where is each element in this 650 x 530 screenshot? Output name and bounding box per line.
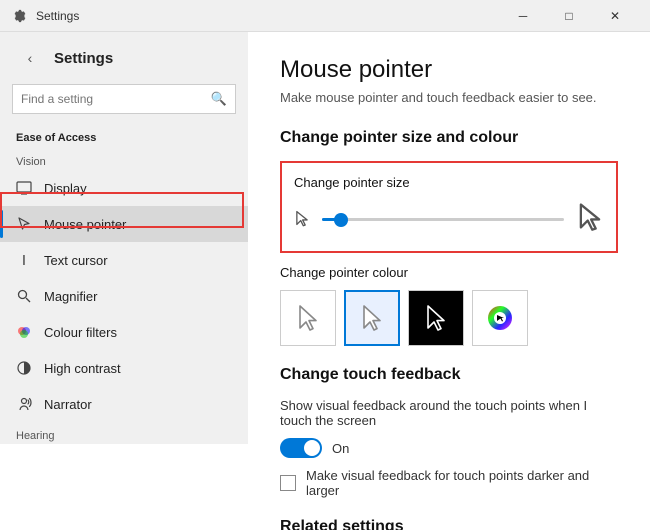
colour-option-selected[interactable] (344, 290, 400, 346)
title-bar: Settings ─ □ ✕ (0, 0, 650, 32)
pointer-colour-label: Change pointer colour (280, 265, 618, 280)
pointer-size-slider[interactable] (322, 210, 564, 230)
sidebar-item-text-cursor-label: Text cursor (44, 253, 108, 268)
sidebar-header: ‹ Settings (0, 32, 248, 80)
sidebar-item-magnifier-label: Magnifier (44, 289, 97, 304)
toggle-label: On (332, 441, 349, 456)
high-contrast-icon (16, 360, 32, 376)
close-button[interactable]: ✕ (592, 0, 638, 32)
search-icon: 🔍 (211, 91, 227, 107)
sidebar-item-narrator[interactable]: Narrator (0, 386, 248, 422)
sidebar-item-text-cursor[interactable]: I Text cursor (0, 242, 248, 278)
colour-option-black[interactable] (408, 290, 464, 346)
back-button[interactable]: ‹ (16, 44, 44, 72)
sidebar-item-colour-filters[interactable]: Colour filters (0, 314, 248, 350)
sidebar-section-label: Ease of Access (0, 122, 248, 148)
checkbox-row: Make visual feedback for touch points da… (280, 468, 618, 498)
sidebar-item-colour-filters-label: Colour filters (44, 325, 117, 340)
page-title: Mouse pointer (280, 56, 618, 84)
sidebar-item-mouse-pointer-label: Mouse pointer (44, 217, 126, 232)
sidebar-item-magnifier[interactable]: Magnifier (0, 278, 248, 314)
magnifier-icon (16, 288, 32, 304)
colour-option-custom[interactable] (472, 290, 528, 346)
checkbox-label: Make visual feedback for touch points da… (306, 468, 618, 498)
section1-heading: Change pointer size and colour (280, 129, 618, 147)
window-controls: ─ □ ✕ (500, 0, 638, 32)
related-heading: Related settings (280, 518, 618, 530)
sidebar-title: Settings (54, 50, 113, 67)
sidebar-item-narrator-label: Narrator (44, 397, 92, 412)
sidebar: ‹ Settings 🔍 Ease of Access Vision (0, 32, 248, 444)
maximize-button[interactable]: □ (546, 0, 592, 32)
slider-row (294, 200, 604, 239)
toggle-thumb (304, 440, 320, 456)
sidebar-hearing-label: Hearing (0, 422, 248, 444)
search-box[interactable]: 🔍 (12, 84, 236, 114)
sidebar-item-high-contrast[interactable]: High contrast (0, 350, 248, 386)
section2-heading: Change touch feedback (280, 366, 618, 384)
content-area: Mouse pointer Make mouse pointer and tou… (248, 32, 650, 530)
slider-thumb (334, 213, 348, 227)
slider-track (322, 218, 564, 221)
colour-options (280, 290, 618, 346)
display-icon (16, 180, 32, 196)
settings-icon (12, 8, 28, 24)
pointer-size-highlight: Change pointer size (280, 161, 618, 253)
touch-feedback-toggle[interactable] (280, 438, 322, 458)
touch-feedback-section: Show visual feedback around the touch po… (280, 398, 618, 498)
narrator-icon (16, 396, 32, 412)
colour-filters-icon (16, 324, 32, 340)
toggle-row: On (280, 438, 618, 458)
search-input[interactable] (21, 92, 211, 106)
sidebar-item-display-label: Display (44, 181, 87, 196)
colour-option-white[interactable] (280, 290, 336, 346)
cursor-large-icon (576, 200, 604, 239)
mouse-pointer-icon (16, 216, 32, 232)
touch-desc: Show visual feedback around the touch po… (280, 398, 618, 428)
sidebar-item-display[interactable]: Display (0, 170, 248, 206)
sidebar-item-mouse-pointer[interactable]: Mouse pointer (0, 206, 248, 242)
darker-feedback-checkbox[interactable] (280, 475, 296, 491)
cursor-small-icon (294, 209, 310, 230)
title-bar-label: Settings (36, 9, 500, 23)
pointer-size-label: Change pointer size (294, 175, 604, 190)
text-cursor-icon: I (16, 252, 32, 268)
minimize-button[interactable]: ─ (500, 0, 546, 32)
page-subtitle: Make mouse pointer and touch feedback ea… (280, 90, 618, 105)
sidebar-vision-label: Vision (0, 148, 248, 170)
sidebar-item-high-contrast-label: High contrast (44, 361, 121, 376)
